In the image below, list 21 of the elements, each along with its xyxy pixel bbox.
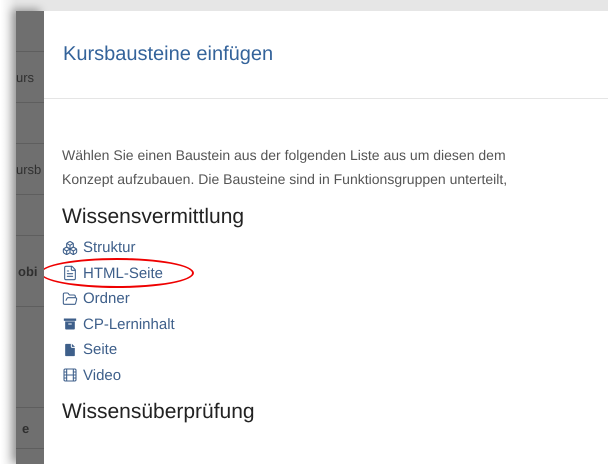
module-link[interactable]: Ordner bbox=[62, 290, 130, 308]
document-icon bbox=[62, 265, 78, 282]
cubes-icon bbox=[62, 240, 78, 256]
module-link[interactable]: HTML-Seite bbox=[62, 264, 164, 282]
background-text: obi bbox=[18, 264, 38, 278]
intro-text: Konzept aufzubauen. Die Bausteine sind in Funktionsgruppen unterteilt, bbox=[62, 170, 508, 189]
folder-icon bbox=[62, 290, 78, 307]
background-text: ursb bbox=[16, 162, 42, 176]
module-link[interactable]: Seite bbox=[62, 341, 118, 358]
background-text: e bbox=[22, 420, 30, 436]
film-icon bbox=[62, 367, 78, 384]
module-link[interactable]: Struktur bbox=[62, 239, 136, 256]
group-heading: Wissensüberprüfung bbox=[62, 400, 256, 424]
dialog-title: Kursbausteine einfügen bbox=[63, 43, 274, 66]
intro-text: Wählen Sie einen Baustein aus der folgenden Liste aus um diesen dem bbox=[62, 146, 507, 165]
archive-box-icon bbox=[62, 316, 78, 332]
page-icon bbox=[62, 342, 78, 358]
module-link[interactable]: Video bbox=[62, 366, 122, 384]
group-heading: Wissensvermittlung bbox=[62, 205, 246, 229]
background-text: urs bbox=[16, 70, 34, 84]
module-link[interactable]: CP-Lerninhalt bbox=[62, 316, 175, 333]
